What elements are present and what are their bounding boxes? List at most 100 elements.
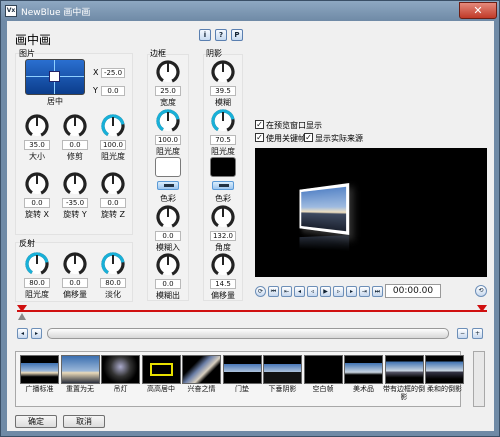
position-handle[interactable] <box>49 71 60 82</box>
knob-value-field[interactable]: 132.0 <box>210 231 236 241</box>
preset-thumbnail <box>182 355 221 384</box>
position-pad[interactable] <box>25 59 85 95</box>
preset-item[interactable]: 吊灯 <box>101 355 140 403</box>
knob-value-field[interactable]: 80.0 <box>100 278 126 288</box>
knob-border-knobs2-1[interactable] <box>155 252 181 278</box>
knob-value-field[interactable]: 0.0 <box>155 231 181 241</box>
knob-shadow-knobs2-1[interactable] <box>210 252 236 278</box>
knob-label: 大小 <box>29 152 45 161</box>
knob-label: 阻光度 <box>156 147 180 156</box>
border-color-swatch[interactable] <box>155 157 181 177</box>
preset-item[interactable]: 柔和的倒影 <box>425 355 464 403</box>
preset-button[interactable]: P <box>231 29 243 41</box>
close-button[interactable]: ✕ <box>459 2 497 19</box>
playhead-marker[interactable] <box>18 313 26 320</box>
knob-shadow-knobs-0[interactable] <box>210 59 236 85</box>
knob-value-field[interactable]: 70.5 <box>210 135 236 145</box>
knob-value-field[interactable]: -35.0 <box>62 198 88 208</box>
knob-value-field[interactable]: 35.0 <box>24 140 50 150</box>
help-button[interactable]: ? <box>215 29 227 41</box>
zoom-in-button[interactable]: + <box>472 328 483 339</box>
timeline-scrollbar[interactable] <box>47 328 449 339</box>
knob-shadow-knobs2-0[interactable] <box>210 204 236 230</box>
preset-thumbnail <box>101 355 140 384</box>
x-label: X <box>93 68 99 77</box>
info-button[interactable]: i <box>199 29 211 41</box>
preset-label: 广播标准 <box>25 385 54 393</box>
go-end-icon[interactable]: ⏭ <box>372 286 383 297</box>
knob-value-field[interactable]: 80.0 <box>24 278 50 288</box>
knob-value-field[interactable]: 0.0 <box>100 198 126 208</box>
knob-border-knobs-1[interactable] <box>155 108 181 134</box>
knob-label: 修剪 <box>67 152 83 161</box>
preset-thumbnail <box>222 355 262 384</box>
preset-item[interactable]: 美术品 <box>344 355 383 403</box>
show-in-preview-checkbox[interactable]: ✓ <box>255 120 264 129</box>
preset-item[interactable]: 下垂阴影 <box>263 355 302 403</box>
knob-reflection-knobs-0[interactable] <box>24 251 50 277</box>
knob-value-field[interactable]: 100.0 <box>155 135 181 145</box>
preset-item[interactable]: 空白帧 <box>303 355 343 403</box>
preset-item[interactable]: 兴奋之情 <box>182 355 221 403</box>
prev-keyframe-icon[interactable]: ◂ <box>294 286 305 297</box>
scroll-left-button[interactable]: ◂ <box>17 328 28 339</box>
step-back-icon[interactable]: ◃ <box>307 286 318 297</box>
preview-window <box>255 148 487 277</box>
preset-item[interactable]: 广播标准 <box>20 355 59 403</box>
loop-icon[interactable]: ⟳ <box>255 286 266 297</box>
preset-item[interactable]: 高高居中 <box>141 355 181 403</box>
knob-value-field[interactable]: 0.0 <box>155 279 181 289</box>
knob-label: 模糊出 <box>156 291 180 300</box>
knob-picture-knobs-5[interactable] <box>100 171 126 197</box>
knob-label: 模糊 <box>215 98 231 107</box>
go-start-icon[interactable]: ⏮ <box>268 286 279 297</box>
knob-value-field[interactable]: 0.0 <box>24 198 50 208</box>
knob-border-knobs2-0[interactable] <box>155 204 181 230</box>
knob-label: 旋转 X <box>24 210 50 219</box>
knob-label: 旋转 Y <box>63 210 87 219</box>
step-forward-icon[interactable]: ▹ <box>333 286 344 297</box>
mark-in-icon[interactable]: ⇤ <box>281 286 292 297</box>
mark-out-icon[interactable]: ⇥ <box>359 286 370 297</box>
knob-value-field[interactable]: 14.5 <box>210 279 236 289</box>
y-field[interactable]: 0.0 <box>101 86 125 96</box>
knob-reflection-knobs-2[interactable] <box>100 251 126 277</box>
preset-item[interactable]: 带有边框的倒影 <box>383 355 425 403</box>
next-keyframe-icon[interactable]: ▸ <box>346 286 357 297</box>
preset-thumbnail <box>60 355 100 384</box>
knob-value-field[interactable]: 39.5 <box>210 86 236 96</box>
app-icon: Vx <box>5 5 17 17</box>
knob-picture-knobs-3[interactable] <box>24 171 50 197</box>
preset-item[interactable]: 重置为无 <box>60 355 100 403</box>
knob-value-field[interactable]: 100.0 <box>100 140 126 150</box>
show-actual-source-checkbox[interactable]: ✓ <box>304 133 313 142</box>
cancel-button[interactable]: 取消 <box>63 415 105 428</box>
shadow-color-swatch[interactable] <box>210 157 236 177</box>
x-field[interactable]: -25.0 <box>101 68 125 78</box>
border-color-picker-button[interactable] <box>157 181 179 190</box>
window-title: NewBlue 画中画 <box>21 8 91 18</box>
play-icon[interactable]: ▶ <box>320 286 331 297</box>
ok-button[interactable]: 确定 <box>15 415 57 428</box>
knob-value-field[interactable]: 0.0 <box>62 278 88 288</box>
dialog-window: Vx NewBlue 画中画 ✕ 画中画 i ? P 图片 居中 X -25.0… <box>0 0 500 437</box>
knob-picture-knobs-1[interactable] <box>62 113 88 139</box>
keyframe-toggle-icon[interactable]: ⟲ <box>475 285 487 297</box>
shadow-color-picker-button[interactable] <box>212 181 234 190</box>
timeline-track[interactable] <box>17 310 487 312</box>
knob-picture-knobs-4[interactable] <box>62 171 88 197</box>
title-bar[interactable]: Vx NewBlue 画中画 ✕ <box>1 1 499 21</box>
knob-value-field[interactable]: 25.0 <box>155 86 181 96</box>
knob-picture-knobs-2[interactable] <box>100 113 126 139</box>
preset-thumbnail <box>344 355 383 384</box>
knob-border-knobs-0[interactable] <box>155 59 181 85</box>
knob-value-field[interactable]: 0.0 <box>62 140 88 150</box>
preset-scrollbar[interactable] <box>473 351 485 407</box>
preset-item[interactable]: 门垫 <box>222 355 262 403</box>
zoom-out-button[interactable]: − <box>457 328 468 339</box>
knob-reflection-knobs-1[interactable] <box>62 251 88 277</box>
scroll-right-button[interactable]: ▸ <box>31 328 42 339</box>
knob-picture-knobs-0[interactable] <box>24 113 50 139</box>
use-keyframes-checkbox[interactable]: ✓ <box>255 133 264 142</box>
knob-shadow-knobs-1[interactable] <box>210 108 236 134</box>
